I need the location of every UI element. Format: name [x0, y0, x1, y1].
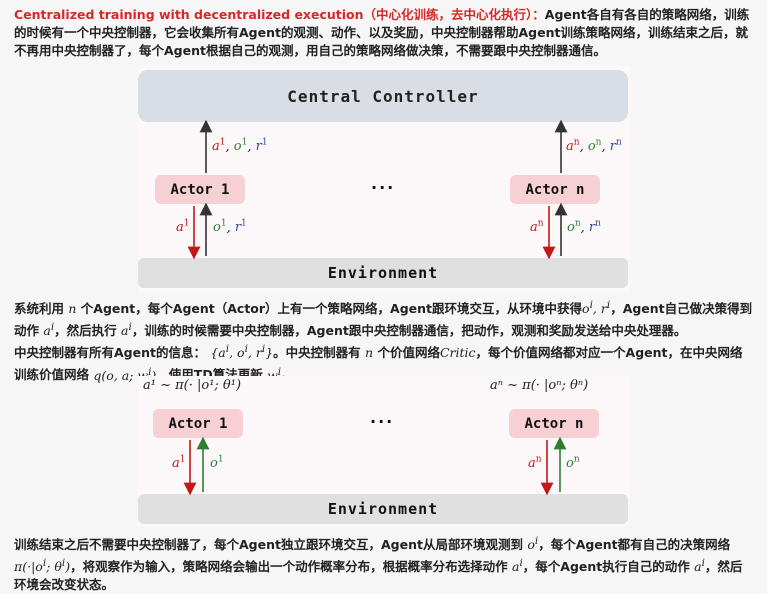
arrows-layer: [183, 119, 568, 496]
p3-text-a: 训练结束之后不需要中央控制器了，每个Agent独立跟环境交互，Agent从局部环…: [14, 537, 523, 553]
paragraph-execution: 训练结束之后不需要中央控制器了，每个Agent独立跟环境交互，Agent从局部环…: [14, 535, 743, 593]
p3-text-b: ，每个Agent都有自己的决策网络: [538, 537, 731, 553]
p3-text-d: ，每个Agent执行自己的动作: [522, 559, 690, 575]
p3-text-c: ，将观察作为输入，策略网络会输出一个动作概率分布，根据概率分布选择动作: [70, 559, 508, 575]
